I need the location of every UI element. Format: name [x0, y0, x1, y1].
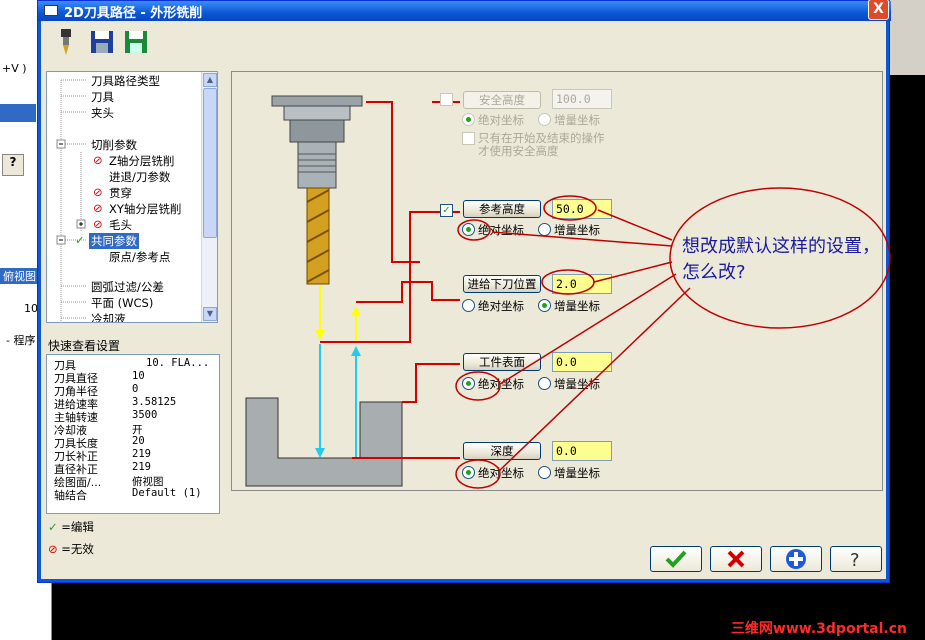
safety-abs-label: 绝对坐标 — [478, 113, 524, 127]
apply-button[interactable] — [770, 546, 822, 572]
depth-inc-radio[interactable] — [538, 466, 551, 479]
bg-text-4: - 程序 — [6, 334, 36, 347]
safety-only-label-2: 才使用安全高度 — [478, 144, 559, 158]
tree-scrollbar[interactable]: ▲ ▼ — [201, 72, 217, 322]
safety-abs-radio[interactable] — [462, 113, 475, 126]
top-of-stock-button[interactable]: 工件表面 — [463, 353, 541, 371]
tree-item[interactable]: 平面 (WCS) — [91, 295, 153, 311]
top-abs-label: 绝对坐标 — [478, 377, 524, 391]
safety-inc-label: 增量坐标 — [554, 113, 600, 127]
tree-item[interactable]: Z轴分层铣削 — [109, 153, 174, 169]
contour-dialog: 2D刀具路径 - 外形铣削 X ▲ ▼ 刀具路径类型 刀具 夹头 切削参数 ⊘ … — [37, 0, 891, 583]
annotation-text: 想改成默认这样的设置，怎么改? — [682, 236, 880, 283]
invalid-icon: ⊘ — [93, 185, 103, 199]
tool-icon[interactable] — [52, 27, 80, 57]
depth-button[interactable]: 深度 — [463, 442, 541, 460]
safety-height-field[interactable]: 100.0 — [552, 89, 612, 109]
invalid-icon: ⊘ — [48, 542, 58, 556]
invalid-icon: ⊘ — [93, 153, 103, 167]
tree-item[interactable]: 刀具 — [91, 89, 114, 105]
save-as-icon[interactable] — [122, 27, 150, 57]
save-icon[interactable] — [88, 27, 116, 57]
reference-height-checkbox[interactable]: ✓ — [440, 204, 453, 217]
cancel-button[interactable] — [710, 546, 762, 572]
bg-text-2: 俯视图 — [0, 268, 39, 284]
quickview-title: 快速查看设置 — [48, 339, 121, 353]
ok-button[interactable] — [650, 546, 702, 572]
depth-abs-label: 绝对坐标 — [478, 466, 524, 480]
bg-selected-bar — [0, 104, 36, 122]
feed-abs-radio[interactable] — [462, 299, 475, 312]
scroll-thumb[interactable] — [203, 88, 217, 238]
parameter-tree: ▲ ▼ 刀具路径类型 刀具 夹头 切削参数 ⊘ Z轴分层铣削 进退/刀参数 ⊘ … — [46, 71, 218, 323]
top-abs-radio[interactable] — [462, 377, 475, 390]
edit-check-icon: ✓ — [75, 233, 85, 247]
title-bar: 2D刀具路径 - 外形铣削 X — [38, 0, 891, 21]
reference-abs-label: 绝对坐标 — [478, 223, 524, 237]
svg-text:?: ? — [850, 550, 860, 571]
depth-abs-radio[interactable] — [462, 466, 475, 479]
quickview-row: 轴结合 Default (1) — [54, 487, 202, 502]
quickview-table: 刀具 10. FLA... 刀具直径 10 刀角半径 0 进给速率 3.58125 主轴… — [46, 354, 220, 514]
safety-inc-radio[interactable] — [538, 113, 551, 126]
invalid-icon: ⊘ — [93, 217, 103, 231]
top-of-stock-field[interactable]: 0.0 — [552, 352, 612, 372]
depth-field[interactable]: 0.0 — [552, 441, 612, 461]
dialog-toolbar — [42, 23, 887, 63]
tree-item[interactable]: 毛头 — [109, 217, 132, 233]
tree-item[interactable]: 刀具路径类型 — [91, 73, 160, 89]
check-icon: ✓ — [48, 520, 58, 534]
safety-only-checkbox[interactable] — [462, 132, 475, 145]
top-inc-radio[interactable] — [538, 377, 551, 390]
tree-item[interactable]: 冷却液 — [91, 311, 126, 322]
reference-height-field[interactable]: 50.0 — [552, 199, 612, 219]
tree-item[interactable]: 原点/参考点 — [109, 249, 170, 265]
safety-height-button[interactable]: 安全高度 — [463, 91, 541, 109]
legend-edit: ✓ =编辑 — [48, 520, 94, 534]
feed-abs-label: 绝对坐标 — [478, 299, 524, 313]
watermark: 三维网www.3dportal.cn — [730, 621, 907, 637]
bg-help-icon[interactable]: ? — [2, 154, 24, 176]
help-button[interactable]: ? — [830, 546, 882, 572]
reference-abs-radio[interactable] — [462, 223, 475, 236]
bg-text-3: 10 — [24, 302, 38, 315]
top-inc-label: 增量坐标 — [554, 377, 600, 391]
bg-text-1: +V ) — [2, 62, 27, 75]
window-icon — [44, 5, 58, 16]
depth-inc-label: 增量坐标 — [554, 466, 600, 480]
feed-inc-label: 增量坐标 — [554, 299, 600, 313]
tree-item[interactable]: 切削参数 — [91, 137, 137, 153]
tree-item[interactable]: 贯穿 — [109, 185, 132, 201]
scroll-up-icon[interactable]: ▲ — [203, 73, 217, 87]
tree-item[interactable]: XY轴分层铣削 — [109, 201, 181, 217]
invalid-icon: ⊘ — [93, 201, 103, 215]
tree-item[interactable]: 夹头 — [91, 105, 114, 121]
feed-plane-field[interactable]: 2.0 — [552, 274, 612, 294]
tree-item[interactable]: 进退/刀参数 — [109, 169, 170, 185]
legend-invalid: ⊘ =无效 — [48, 542, 94, 556]
close-button[interactable]: X — [868, 0, 889, 20]
scroll-down-icon[interactable]: ▼ — [203, 307, 217, 321]
background-graphics-area — [890, 75, 925, 640]
tree-item[interactable]: 圆弧过滤/公差 — [91, 279, 164, 295]
reference-inc-radio[interactable] — [538, 223, 551, 236]
feed-inc-radio[interactable] — [538, 299, 551, 312]
feed-plane-button[interactable]: 进给下刀位置 — [463, 275, 541, 293]
safety-height-checkbox[interactable] — [440, 93, 453, 106]
dialog-title: 2D刀具路径 - 外形铣削 — [64, 6, 203, 21]
reference-inc-label: 增量坐标 — [554, 223, 600, 237]
reference-height-button[interactable]: 参考高度 — [463, 200, 541, 218]
tree-item-selected[interactable]: 共同参数 — [89, 233, 139, 249]
